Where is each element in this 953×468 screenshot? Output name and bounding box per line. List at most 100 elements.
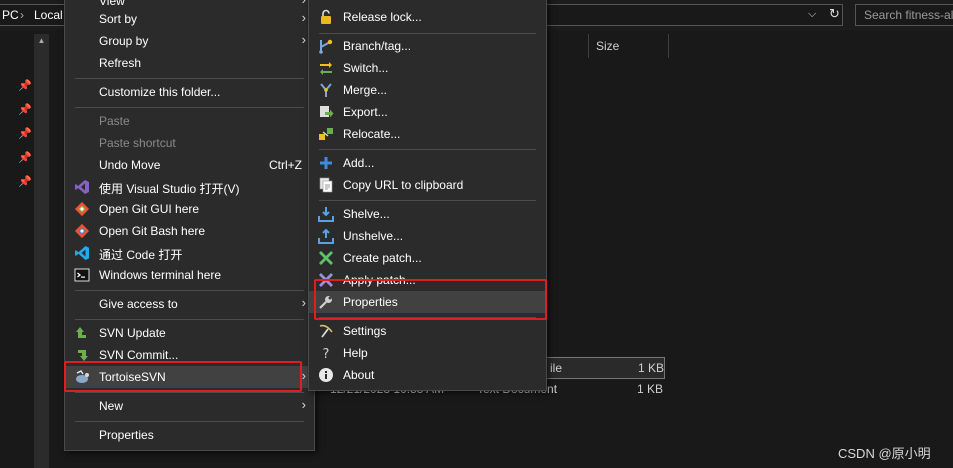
menu-separator bbox=[75, 78, 304, 79]
tortoisesvn-submenu: Release lock... Branch/tag... Switch... Mer… bbox=[308, 0, 547, 391]
menu-separator bbox=[319, 149, 536, 150]
menu-item-label: Branch/tag... bbox=[343, 39, 412, 53]
chevron-right-icon: › bbox=[302, 0, 306, 7]
menu-item-label: Undo Move bbox=[99, 158, 161, 172]
menu-item-label: View bbox=[99, 0, 125, 8]
menu-item-label: Sort by bbox=[99, 12, 138, 26]
file-size: 1 KB bbox=[638, 361, 665, 375]
chevron-down-icon[interactable]: ⌵ bbox=[808, 8, 816, 21]
export-icon bbox=[318, 104, 334, 120]
svg-text:?: ? bbox=[323, 347, 330, 361]
menu-item-shortcut: Ctrl+Z bbox=[269, 158, 302, 172]
svn-menu-item-about[interactable]: About bbox=[309, 364, 546, 386]
menu-item-refresh[interactable]: Refresh bbox=[65, 52, 314, 74]
menu-item-label: New bbox=[99, 399, 124, 413]
svn-menu-item-release-lock[interactable]: Release lock... bbox=[309, 6, 546, 28]
pin-icon: 📌 bbox=[18, 80, 32, 92]
menu-separator bbox=[75, 290, 304, 291]
column-header-size[interactable]: Size bbox=[590, 34, 668, 58]
column-separator[interactable] bbox=[588, 34, 589, 58]
lock-icon bbox=[318, 9, 334, 25]
git-bash-icon bbox=[74, 223, 90, 239]
chevron-right-icon: › bbox=[301, 10, 306, 25]
settings-icon bbox=[318, 323, 334, 339]
menu-item-label: Refresh bbox=[99, 56, 142, 70]
vscode-icon bbox=[74, 245, 90, 261]
menu-item-label: Relocate... bbox=[343, 127, 401, 141]
pin-icon: 📌 bbox=[18, 176, 32, 188]
chevron-right-icon: › bbox=[301, 397, 306, 412]
menu-item-give-access-to[interactable]: Give access to › bbox=[65, 293, 314, 315]
menu-item-windows-terminal-here[interactable]: Windows terminal here bbox=[65, 264, 314, 286]
pin-icon: 📌 bbox=[18, 128, 32, 140]
menu-item-label: Open Git Bash here bbox=[99, 224, 206, 238]
highlight-box-properties bbox=[314, 279, 547, 320]
menu-item-open-git-gui-here[interactable]: Open Git GUI here bbox=[65, 198, 314, 220]
menu-item-customize-this-folder[interactable]: Customize this folder... bbox=[65, 81, 314, 103]
menu-item-undo-move[interactable]: Undo Move Ctrl+Z bbox=[65, 154, 314, 176]
svn-menu-item-export[interactable]: Export... bbox=[309, 101, 546, 123]
menu-item-new[interactable]: New › bbox=[65, 395, 314, 417]
menu-item-visual-studio-v[interactable]: 使用 Visual Studio 打开(V) bbox=[65, 176, 314, 198]
svn-menu-item-create-patch[interactable]: Create patch... bbox=[309, 247, 546, 269]
menu-item-label: SVN Update bbox=[99, 326, 166, 340]
breadcrumb-pc[interactable]: PC bbox=[2, 8, 19, 22]
svn-menu-item-relocate[interactable]: Relocate... bbox=[309, 123, 546, 145]
svn-menu-item-settings[interactable]: Settings bbox=[309, 320, 546, 342]
menu-item-open-git-bash-here[interactable]: Open Git Bash here bbox=[65, 220, 314, 242]
menu-item-label: Shelve... bbox=[343, 207, 390, 221]
menu-item-label: 通过 Code 打开 bbox=[99, 248, 183, 262]
menu-separator bbox=[75, 421, 304, 422]
pin-icon: 📌 bbox=[18, 152, 32, 164]
menu-item-properties[interactable]: Properties bbox=[65, 424, 314, 446]
svn-menu-item-merge[interactable]: Merge... bbox=[309, 79, 546, 101]
svn-menu-item-help[interactable]: ? Help bbox=[309, 342, 546, 364]
menu-item-group-by[interactable]: Group by › bbox=[65, 30, 314, 52]
menu-item-label: Switch... bbox=[343, 61, 389, 75]
git-gui-icon bbox=[74, 201, 90, 217]
svn-menu-item-copy-url-to-clipboard[interactable]: Copy URL to clipboard bbox=[309, 174, 546, 196]
menu-item-label: Help bbox=[343, 346, 368, 360]
svn-menu-item-shelve[interactable]: Shelve... bbox=[309, 203, 546, 225]
terminal-icon bbox=[74, 267, 90, 283]
nav-pane-scrollbar[interactable]: ▲ bbox=[34, 34, 49, 468]
refresh-icon[interactable]: ↻ bbox=[826, 4, 843, 26]
visual-studio-icon bbox=[74, 179, 90, 195]
menu-item-label: Unshelve... bbox=[343, 229, 404, 243]
menu-item-sort-by[interactable]: Sort by › bbox=[65, 8, 314, 30]
menu-item-label: Export... bbox=[343, 105, 388, 119]
menu-item-label: Customize this folder... bbox=[99, 85, 221, 99]
switch-icon bbox=[318, 60, 334, 76]
menu-separator bbox=[75, 107, 304, 108]
menu-item-paste: Paste bbox=[65, 110, 314, 132]
menu-separator bbox=[75, 319, 304, 320]
menu-item-label: Add... bbox=[343, 156, 375, 170]
chevron-right-icon: › bbox=[301, 295, 306, 310]
menu-item-code[interactable]: 通过 Code 打开 bbox=[65, 242, 314, 264]
info-icon bbox=[318, 367, 334, 383]
breadcrumb-local[interactable]: Local bbox=[34, 8, 63, 22]
menu-item-label: Properties bbox=[99, 428, 154, 442]
menu-item-label: About bbox=[343, 368, 375, 382]
merge-icon bbox=[318, 82, 334, 98]
svn-menu-item-unshelve[interactable]: Unshelve... bbox=[309, 225, 546, 247]
menu-separator bbox=[75, 392, 304, 393]
menu-item-paste-shortcut: Paste shortcut bbox=[65, 132, 314, 154]
svn-menu-item-switch[interactable]: Switch... bbox=[309, 57, 546, 79]
column-separator[interactable] bbox=[668, 34, 669, 58]
highlight-box-tortoisesvn bbox=[64, 361, 302, 392]
menu-item-label: Merge... bbox=[343, 83, 388, 97]
watermark: CSDN @原小明 bbox=[838, 446, 931, 461]
shelve-icon bbox=[318, 206, 334, 222]
svn-menu-item-add[interactable]: Add... bbox=[309, 152, 546, 174]
menu-item-label: Settings bbox=[343, 324, 387, 338]
help-icon: ? bbox=[318, 345, 334, 362]
chevron-right-icon: › bbox=[301, 32, 306, 47]
menu-item-svn-update[interactable]: SVN Update bbox=[65, 322, 314, 344]
search-input[interactable]: Search fitness-alg bbox=[855, 4, 953, 26]
scroll-up-icon[interactable]: ▲ bbox=[34, 36, 49, 45]
menu-item-label: Create patch... bbox=[343, 251, 422, 265]
menu-item-label: Copy URL to clipboard bbox=[343, 178, 464, 192]
menu-separator bbox=[319, 200, 536, 201]
svn-menu-item-branch-tag[interactable]: Branch/tag... bbox=[309, 35, 546, 57]
